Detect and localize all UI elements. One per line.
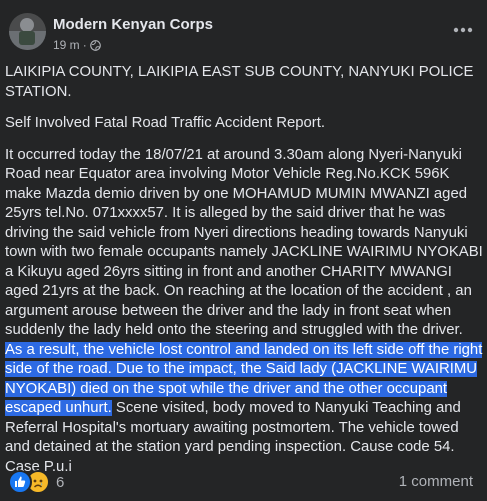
post-meta: 19 m · [53, 38, 101, 52]
post-header: Modern Kenyan Corps 19 m · [0, 0, 487, 60]
reactions-summary[interactable]: 6 [8, 470, 64, 494]
post-paragraph-location: LAIKIPIA COUNTY, LAIKIPIA EAST SUB COUNT… [5, 64, 474, 100]
report-text-before: It occurred today the 18/07/21 at around… [5, 146, 483, 339]
more-options-button[interactable] [451, 22, 475, 38]
page-name-link[interactable]: Modern Kenyan Corps [53, 16, 213, 33]
post-paragraph-title: Self Involved Fatal Road Traffic Acciden… [5, 115, 326, 131]
page-avatar[interactable] [9, 13, 46, 50]
more-options-icon [453, 27, 473, 33]
comments-count-link[interactable]: 1 comment [399, 473, 473, 490]
meta-separator: · [82, 38, 87, 52]
post-footer: 6 1 comment [0, 466, 487, 496]
like-reaction-icon [8, 470, 32, 494]
reactions-count: 6 [56, 473, 65, 491]
post-paragraph-report: It occurred today the 18/07/21 at around… [5, 146, 483, 478]
globe-icon [89, 39, 101, 51]
post-text: LAIKIPIA COUNTY, LAIKIPIA EAST SUB COUNT… [5, 63, 483, 489]
post-timestamp[interactable]: 19 m [53, 38, 80, 52]
